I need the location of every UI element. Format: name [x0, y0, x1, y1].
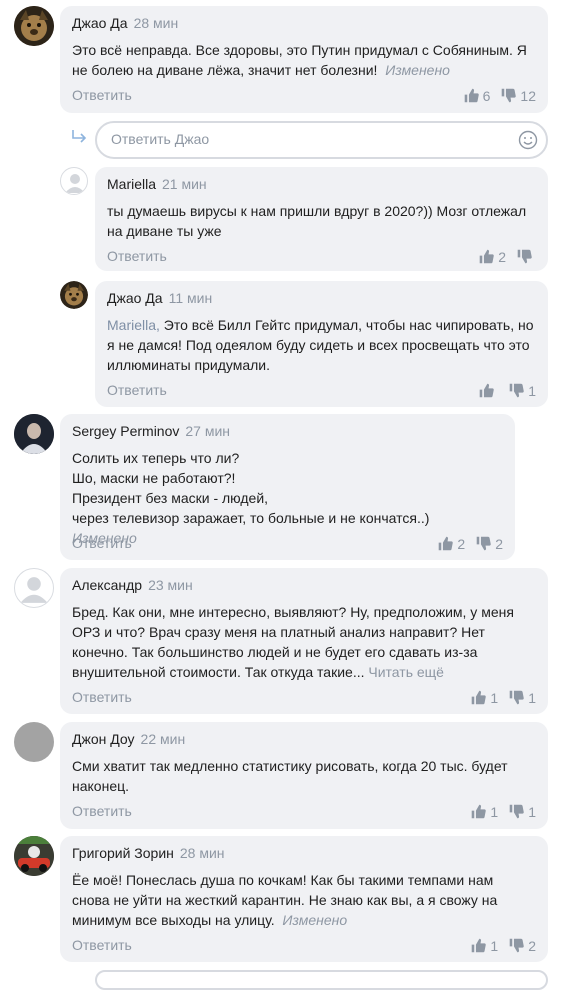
thumb-down-icon	[508, 382, 525, 399]
comment-time: 11 мин	[168, 290, 213, 306]
dog-avatar[interactable]	[14, 6, 54, 46]
comment-author[interactable]: Григорий Зорин	[72, 845, 174, 861]
mention-link[interactable]: Mariella,	[107, 317, 160, 333]
comment-card: Григорий Зорин 28 мин Ёе моё! Понеслась д…	[60, 836, 548, 962]
comment-card: Джао Да 11 мин Mariella, Это всё Билл Гей…	[95, 281, 548, 407]
thumb-down-icon	[475, 535, 492, 552]
like-button[interactable]: 2	[437, 535, 465, 552]
comment-author[interactable]: Джао Да	[72, 15, 128, 31]
default-user-icon[interactable]	[60, 167, 88, 195]
comment-text: Mariella, Это всё Билл Гейтс придумал, ч…	[107, 317, 534, 373]
comment-time: 23 мин	[148, 577, 193, 593]
dislike-button[interactable]: 1	[508, 689, 536, 706]
comment-text: Это всё неправда. Все здоровы, это Путин…	[72, 42, 527, 78]
edited-label: Изменено	[282, 912, 348, 928]
like-button[interactable]: 1	[470, 803, 498, 820]
like-button[interactable]: 2	[478, 248, 506, 265]
thumb-down-icon	[516, 248, 533, 265]
thumb-down-icon	[508, 803, 525, 820]
like-button[interactable]: 6	[463, 87, 490, 104]
comment-card: Джон Доу 22 мин Сми хватит так медленно с…	[60, 722, 548, 829]
reply-button[interactable]: Ответить	[72, 689, 132, 705]
thumb-up-icon	[478, 382, 495, 399]
dislike-button[interactable]	[516, 248, 536, 265]
thumb-down-icon	[508, 937, 525, 954]
comment-author[interactable]: Джао Да	[107, 290, 163, 306]
reply-input[interactable]	[109, 130, 493, 148]
thumb-up-icon	[478, 248, 495, 265]
thumb-up-icon	[437, 535, 454, 552]
like-button[interactable]: 1	[470, 689, 498, 706]
comment-card: Александр 23 мин Бред. Как они, мне интер…	[60, 568, 548, 714]
comment-time: 28 мин	[179, 845, 225, 861]
dislike-button[interactable]: 12	[500, 87, 536, 104]
comment-text: Ёе моё! Понеслась душа по кочкам! Как бы…	[72, 872, 498, 928]
read-more-link[interactable]: Читать ещё	[368, 664, 444, 680]
comment-text: ты думаешь вирусы к нам пришли вдруг в 2…	[107, 203, 527, 239]
comment-card: Джао Да 28 мин Это всё неправда. Все здор…	[60, 6, 548, 113]
reply-button[interactable]: Ответить	[72, 87, 132, 103]
thumb-down-icon	[508, 689, 525, 706]
reply-arrow-icon	[72, 130, 87, 143]
edited-label: Изменено	[385, 62, 450, 78]
reply-button[interactable]: Ответить	[72, 535, 132, 551]
like-button[interactable]: 1	[470, 937, 498, 954]
thumb-up-icon	[470, 689, 487, 706]
dislike-button[interactable]: 2	[508, 937, 536, 954]
comment-time: 22 мин	[140, 731, 186, 747]
comment-time: 21 мин	[162, 176, 207, 192]
comment-author[interactable]: Александр	[72, 577, 142, 593]
comment-text: Солить их теперь что ли? Шо, маски не ра…	[72, 450, 430, 546]
next-reply-field-edge[interactable]	[95, 970, 548, 990]
dog-avatar[interactable]	[60, 281, 88, 309]
kart-photo-avatar[interactable]	[14, 836, 54, 876]
thumb-down-icon	[500, 87, 517, 104]
comment-author[interactable]: Sergey Perminov	[72, 423, 179, 439]
comment-author[interactable]: Mariella	[107, 176, 156, 192]
reply-button[interactable]: Ответить	[72, 803, 132, 819]
reply-button[interactable]: Ответить	[107, 248, 167, 264]
reply-button[interactable]: Ответить	[72, 937, 132, 953]
comment-text: Сми хватит так медленно статистику рисов…	[72, 758, 508, 794]
thumb-up-icon	[470, 803, 487, 820]
comment-text: Бред. Как они, мне интересно, выявляют? …	[72, 604, 514, 680]
default-user-icon[interactable]	[14, 568, 54, 608]
grey-avatar[interactable]	[14, 722, 54, 762]
comment-time: 28 мин	[133, 15, 179, 31]
comment-time: 27 мин	[185, 423, 231, 439]
comment-card: Mariella 21 мин ты думаешь вирусы к нам п…	[95, 167, 548, 271]
man-photo-avatar[interactable]	[14, 414, 54, 454]
dislike-button[interactable]: 2	[475, 535, 503, 552]
dislike-button[interactable]: 1	[508, 382, 536, 399]
reply-field[interactable]	[95, 121, 548, 159]
thumb-up-icon	[463, 87, 480, 104]
dislike-button[interactable]: 1	[508, 803, 536, 820]
emoji-icon[interactable]	[518, 130, 538, 150]
comment-card: Sergey Perminov 27 мин Солить их теперь ч…	[60, 414, 515, 560]
comment-author[interactable]: Джон Доу	[72, 731, 135, 747]
reply-button[interactable]: Ответить	[107, 382, 167, 398]
thumb-up-icon	[470, 937, 487, 954]
like-button[interactable]	[478, 382, 498, 399]
